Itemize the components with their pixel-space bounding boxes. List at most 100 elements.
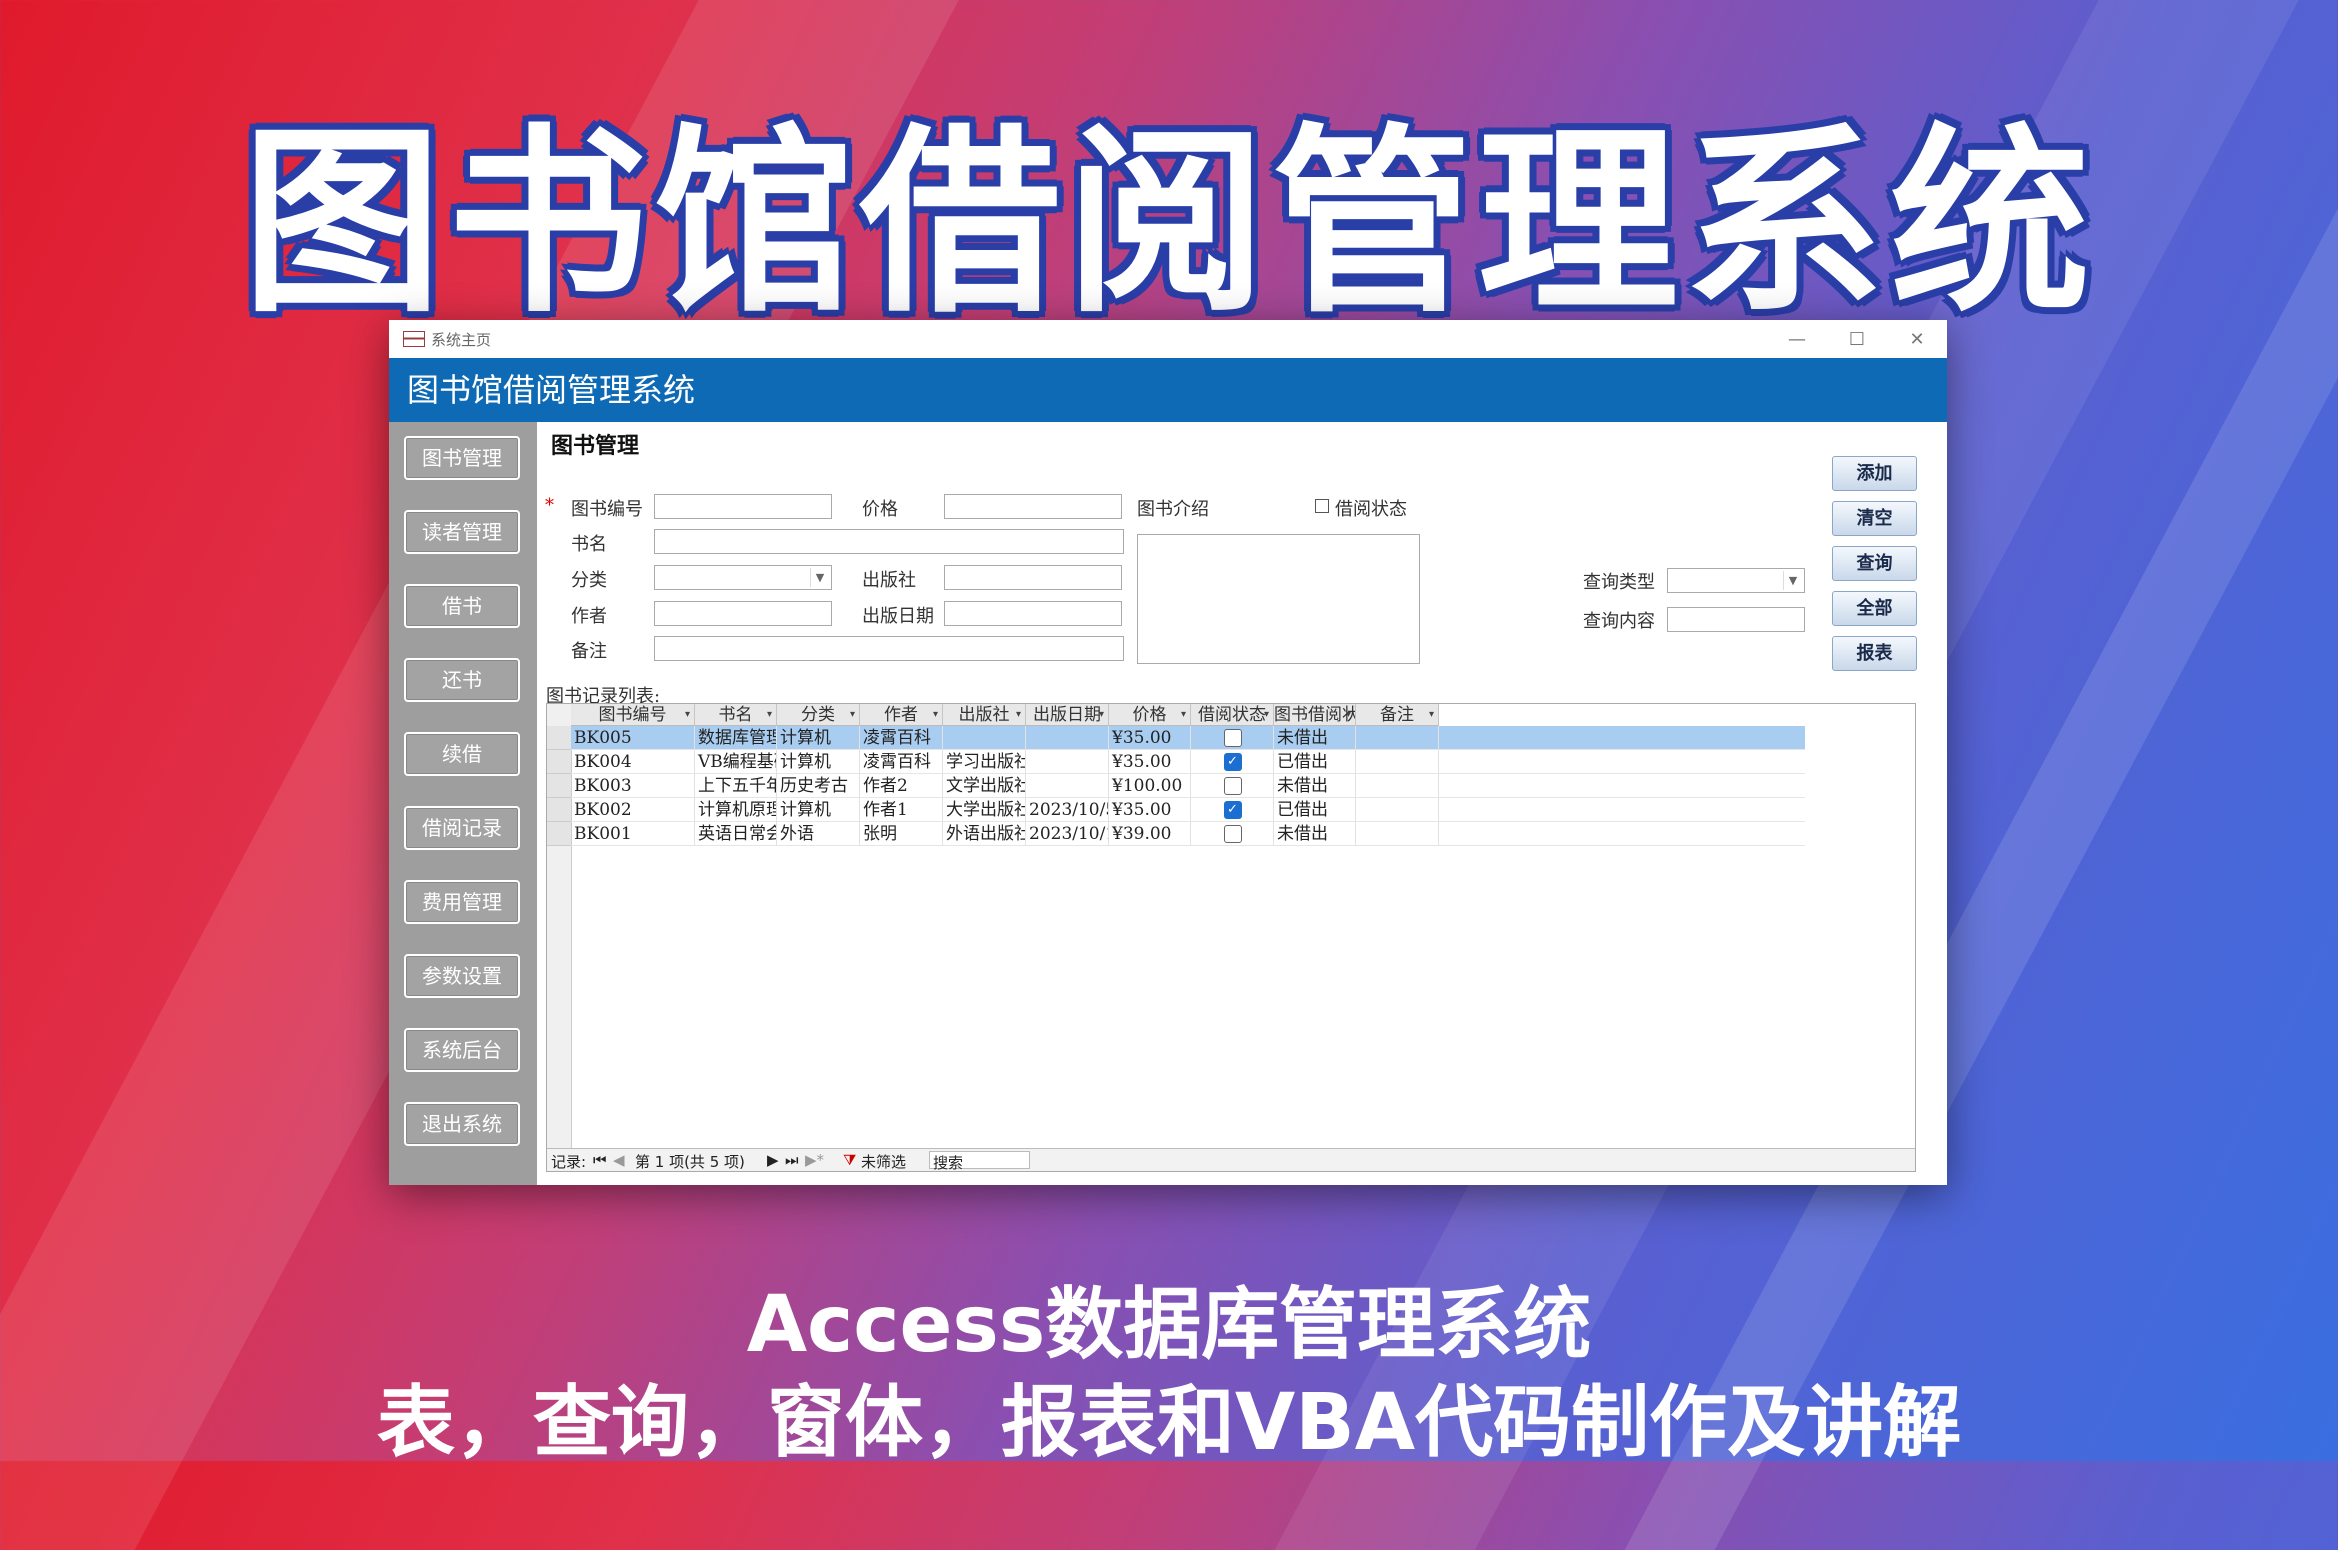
col-header-publisher[interactable]: 出版社 ▾: [943, 704, 1026, 726]
category-combo[interactable]: ▼: [654, 565, 832, 590]
table-row[interactable]: BK005数据库管理系统计算机凌霄百科 ¥35.00 未借出: [571, 726, 1805, 750]
prev-record-icon[interactable]: ◀: [613, 1151, 625, 1169]
next-record-icon[interactable]: ▶: [767, 1151, 779, 1169]
table-cell-author[interactable]: 作者2: [860, 774, 943, 798]
table-cell-price[interactable]: ¥39.00: [1109, 822, 1191, 846]
borrow-checkbox[interactable]: [1223, 777, 1242, 795]
table-cell-name[interactable]: 数据库管理系统: [695, 726, 777, 750]
nav-return[interactable]: 还书: [404, 658, 520, 702]
table-cell-status[interactable]: 已借出: [1274, 750, 1356, 774]
table-cell-id[interactable]: BK004: [571, 750, 695, 774]
nav-book-manage[interactable]: 图书管理: [404, 436, 520, 480]
nav-renew[interactable]: 续借: [404, 732, 520, 776]
first-record-icon[interactable]: ⏮: [593, 1151, 607, 1169]
author-field[interactable]: [654, 601, 832, 626]
table-cell-pub[interactable]: [943, 726, 1026, 750]
col-header-borrow-status[interactable]: 借阅状态 ▾: [1191, 704, 1274, 726]
nav-exit[interactable]: 退出系统: [404, 1102, 520, 1146]
record-selector[interactable]: [547, 822, 571, 846]
table-cell-status[interactable]: 未借出: [1274, 774, 1356, 798]
col-header-author[interactable]: 作者 ▾: [860, 704, 943, 726]
table-cell-date[interactable]: 2023/10/1: [1026, 822, 1109, 846]
query-type-combo[interactable]: ▼: [1667, 568, 1805, 593]
col-header-price[interactable]: 价格 ▾: [1109, 704, 1191, 726]
query-button[interactable]: 查询: [1832, 546, 1917, 581]
book-id-field[interactable]: [654, 494, 832, 519]
table-cell-author[interactable]: 张明: [860, 822, 943, 846]
table-cell-status[interactable]: 未借出: [1274, 726, 1356, 750]
table-cell-cat[interactable]: 历史考古: [777, 774, 860, 798]
table-cell-author[interactable]: 凌霄百科: [860, 726, 943, 750]
borrow-status-checkbox[interactable]: [1315, 499, 1329, 513]
col-header-remark[interactable]: 备注 ▾: [1356, 704, 1439, 726]
nav-settings[interactable]: 参数设置: [404, 954, 520, 998]
chevron-down-icon[interactable]: ▼: [810, 568, 829, 587]
col-header-book-id[interactable]: 图书编号 ▾: [571, 704, 695, 726]
all-button[interactable]: 全部: [1832, 591, 1917, 626]
table-cell-checked[interactable]: ✓: [1191, 798, 1274, 822]
table-cell-remark[interactable]: [1356, 726, 1439, 750]
table-cell-id[interactable]: BK002: [571, 798, 695, 822]
table-cell-date[interactable]: [1026, 726, 1109, 750]
report-button[interactable]: 报表: [1832, 636, 1917, 671]
clear-button[interactable]: 清空: [1832, 501, 1917, 536]
table-row[interactable]: BK003 上下五千年 历史考古 作者2 文学出版社 ¥100.00 未借出: [571, 774, 1805, 798]
table-cell-cat[interactable]: 计算机: [777, 798, 860, 822]
nav-fee-manage[interactable]: 费用管理: [404, 880, 520, 924]
table-row[interactable]: BK002 计算机原理 计算机 作者1 大学出版社 2023/10/5 ¥35.00 ✓ 已借出: [571, 798, 1805, 822]
table-cell-date[interactable]: [1026, 750, 1109, 774]
chevron-down-icon[interactable]: ▼: [1783, 571, 1802, 590]
table-cell-pub[interactable]: 大学出版社: [943, 798, 1026, 822]
borrow-checkbox[interactable]: ✓: [1223, 753, 1242, 771]
close-icon[interactable]: ✕: [1887, 329, 1947, 350]
table-cell-checked[interactable]: [1191, 822, 1274, 846]
record-selector[interactable]: [547, 750, 571, 774]
last-record-icon[interactable]: ⏭: [785, 1151, 799, 1169]
intro-textarea[interactable]: [1137, 534, 1420, 664]
table-cell-id[interactable]: BK001: [571, 822, 695, 846]
col-header-category[interactable]: 分类 ▾: [777, 704, 860, 726]
table-row[interactable]: BK004VB编程基础计算机凌霄百科学习出版社 ¥35.00 ✓ 已借出: [571, 750, 1805, 774]
record-selector[interactable]: [547, 726, 571, 750]
col-header-borrow-state-text[interactable]: 图书借阅状 ▾: [1274, 704, 1356, 726]
table-cell-price[interactable]: ¥35.00: [1109, 798, 1191, 822]
table-cell-remark[interactable]: [1356, 822, 1439, 846]
table-cell-checked[interactable]: ✓: [1191, 750, 1274, 774]
table-cell-pub[interactable]: 学习出版社: [943, 750, 1026, 774]
query-content-field[interactable]: [1667, 607, 1805, 632]
maximize-icon[interactable]: ☐: [1827, 329, 1887, 350]
table-cell-price[interactable]: ¥100.00: [1109, 774, 1191, 798]
table-cell-name[interactable]: VB编程基础: [695, 750, 777, 774]
record-position[interactable]: 第 1 项(共 5 项): [635, 1151, 745, 1172]
filter-status[interactable]: 未筛选: [861, 1151, 906, 1172]
table-cell-author[interactable]: 凌霄百科: [860, 750, 943, 774]
borrow-checkbox[interactable]: [1223, 729, 1242, 747]
table-cell-id[interactable]: BK003: [571, 774, 695, 798]
table-cell-name[interactable]: 英语日常会话: [695, 822, 777, 846]
nav-borrow[interactable]: 借书: [404, 584, 520, 628]
table-cell-checked[interactable]: [1191, 774, 1274, 798]
table-cell-cat[interactable]: 外语: [777, 822, 860, 846]
record-selector[interactable]: [547, 774, 571, 798]
table-cell-author[interactable]: 作者1: [860, 798, 943, 822]
table-cell-status[interactable]: 未借出: [1274, 822, 1356, 846]
col-header-book-name[interactable]: 书名 ▾: [695, 704, 777, 726]
borrow-checkbox[interactable]: ✓: [1223, 801, 1242, 819]
table-cell-remark[interactable]: [1356, 774, 1439, 798]
table-cell-date[interactable]: 2023/10/5: [1026, 798, 1109, 822]
table-cell-remark[interactable]: [1356, 798, 1439, 822]
nav-backend[interactable]: 系统后台: [404, 1028, 520, 1072]
table-cell-checked[interactable]: [1191, 726, 1274, 750]
table-cell-status[interactable]: 已借出: [1274, 798, 1356, 822]
table-cell-price[interactable]: ¥35.00: [1109, 750, 1191, 774]
table-cell-name[interactable]: 上下五千年: [695, 774, 777, 798]
borrow-checkbox[interactable]: [1223, 825, 1242, 843]
book-name-field[interactable]: [654, 529, 1124, 554]
nav-reader-manage[interactable]: 读者管理: [404, 510, 520, 554]
table-cell-price[interactable]: ¥35.00: [1109, 726, 1191, 750]
col-header-pub-date[interactable]: 出版日期 ▾: [1026, 704, 1109, 726]
publisher-field[interactable]: [944, 565, 1122, 590]
add-button-page[interactable]: 添加: [1832, 456, 1917, 491]
price-field[interactable]: [944, 494, 1122, 519]
table-cell-pub[interactable]: 文学出版社: [943, 774, 1026, 798]
